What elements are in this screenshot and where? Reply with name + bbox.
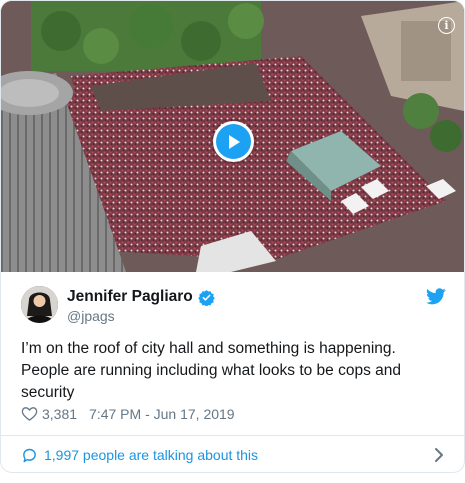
conversation-link[interactable]: 1,997 people are talking about this	[21, 443, 446, 467]
twitter-bird-icon[interactable]	[426, 288, 446, 305]
author-display-name[interactable]: Jennifer Pagliaro	[67, 288, 193, 306]
chevron-right-icon[interactable]	[432, 447, 446, 463]
play-icon	[228, 134, 240, 149]
video-thumbnail[interactable]: i	[1, 1, 464, 272]
info-icon[interactable]: i	[438, 17, 455, 34]
tweet-embed-card: i Jennifer Pagliaro @jpags I’m on the ro…	[0, 0, 465, 473]
tweet-header: Jennifer Pagliaro @jpags	[21, 286, 446, 326]
verified-icon	[198, 289, 215, 306]
author-handle[interactable]: @jpags	[67, 308, 115, 324]
divider	[1, 435, 464, 436]
play-button[interactable]	[213, 121, 254, 162]
heart-icon[interactable]	[21, 405, 38, 422]
avatar-image	[21, 286, 58, 323]
tweet-text: I’m on the roof of city hall and somethi…	[21, 340, 402, 401]
conversation-count-text[interactable]: 1,997 people are talking about this	[44, 447, 258, 463]
speech-bubble-icon	[23, 448, 36, 462]
author-name-row[interactable]: Jennifer Pagliaro	[67, 288, 215, 306]
avatar[interactable]	[21, 286, 58, 323]
like-count[interactable]: 3,381	[42, 406, 77, 422]
tweet-timestamp[interactable]: 7:47 PM - Jun 17, 2019	[89, 406, 235, 422]
tweet-meta: 3,381 7:47 PM - Jun 17, 2019	[21, 405, 235, 422]
